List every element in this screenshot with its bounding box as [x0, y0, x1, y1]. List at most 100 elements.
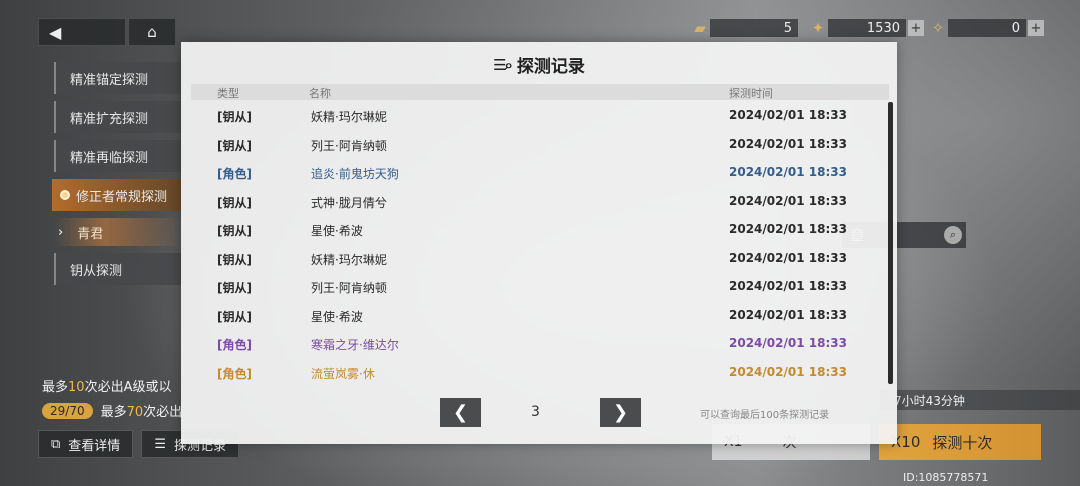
cell-time: 2024/02/01 18:33	[729, 193, 847, 208]
top-nav: ◀ ⌂	[38, 18, 176, 46]
column-header-name: 名称	[309, 87, 331, 100]
cell-time: 2024/02/01 18:33	[729, 108, 847, 122]
sidebar-item-label: 精准再临探测	[70, 150, 149, 166]
draw-ten-button[interactable]: X10 探测十次	[879, 424, 1041, 460]
currency-ticket: ▰ 5	[690, 18, 798, 38]
cell-type: [钥从]	[217, 110, 252, 124]
table-header: 类型 名称 探测时间	[191, 84, 889, 100]
currency-value: 5	[710, 19, 798, 37]
cell-name: 式神·胧月倩兮	[311, 195, 387, 210]
cell-type: [钥从]	[217, 138, 252, 153]
chevron-left-icon: ❮	[452, 402, 469, 423]
modal-title-text: 探测记录	[516, 57, 585, 77]
table-row: [角色] 流萤岚雾·休 2024/02/01 18:33	[191, 359, 879, 388]
cell-type: [钥从]	[217, 195, 252, 210]
cell-time: 2024/02/01 18:33	[729, 136, 847, 151]
column-header-time: 探测时间	[729, 87, 773, 100]
cell-type: [角色]	[217, 366, 252, 381]
currency-value: 0	[948, 19, 1026, 37]
table-row: [钥从] 星使·希波 2024/02/01 18:33	[191, 302, 879, 331]
record-search-icon: ☰⌕	[493, 55, 513, 74]
details-icon: ⧉	[51, 436, 61, 452]
pity-info: 最多10次必出A级或以 29/70 最多70次必出	[42, 376, 182, 420]
timer: 7小时43分钟	[880, 390, 1080, 410]
records-list[interactable]: [钥从] 妖精·玛尔琳妮 2024/02/01 18:33 [钥从] 列王·阿肯纳顿 20…	[191, 102, 879, 387]
back-button[interactable]: ◀	[38, 18, 126, 46]
sidebar-item-label: 精准扩充探测	[70, 111, 149, 127]
cell-type: [钥从]	[217, 309, 252, 324]
sidebar-item-precise-expand[interactable]: 精准扩充探测	[54, 101, 184, 133]
cell-time: 2024/02/01 18:33	[729, 307, 847, 322]
pity-line-1: 最多10次必出A级或以	[42, 376, 182, 395]
cell-name: 流萤岚雾·休	[311, 366, 375, 381]
sidebar-item-precise-return[interactable]: 精准再临探测	[54, 140, 184, 172]
records-limit-note: 可以查询最后100条探测记录	[700, 410, 830, 421]
view-details-button[interactable]: ⧉ 查看详情	[38, 430, 134, 458]
sidebar-item-precise-anchor[interactable]: 精准锚定探测	[54, 62, 184, 94]
pity-counter-badge: 29/70	[42, 402, 93, 419]
prev-page-button[interactable]: ❮	[440, 398, 481, 427]
player-id: ID:1085778571	[903, 471, 989, 484]
table-row: [钥从] 列王·阿肯纳顿 2024/02/01 18:33	[191, 273, 879, 302]
cell-type: [角色]	[217, 338, 252, 352]
home-button[interactable]: ⌂	[128, 18, 176, 46]
sidebar-item-label: 青君	[77, 226, 104, 242]
column-header-type: 类型	[217, 87, 239, 100]
text: 次必出	[143, 405, 183, 420]
currency-value: 1530	[828, 19, 906, 37]
cell-name: 追炎·前鬼坊天狗	[311, 167, 399, 181]
cell-name: 寒霜之牙·维达尔	[311, 338, 399, 352]
table-row: [角色] 追炎·前鬼坊天狗 2024/02/01 18:33	[191, 159, 879, 188]
cell-time: 2024/02/01 18:33	[729, 336, 847, 350]
cell-type: [钥从]	[217, 224, 252, 238]
page-number: 3	[531, 404, 540, 420]
chevron-right-icon: ›	[58, 224, 64, 240]
sidebar: 精准锚定探测 精准扩充探测 精准再临探测 修正者常规探测 › 青君 钥从探测	[52, 62, 184, 292]
search-icon[interactable]: ⌕	[944, 226, 962, 244]
table-row: [钥从] 妖精·玛尔琳妮 2024/02/01 18:33	[191, 102, 879, 131]
text: 最多	[100, 405, 127, 420]
next-page-button[interactable]: ❯	[600, 398, 641, 427]
cell-type: [钥从]	[217, 281, 252, 295]
cell-time: 2024/02/01 18:33	[729, 165, 847, 179]
draw-ten-label: 探测十次	[932, 433, 993, 452]
modal-title: ☰⌕ 探测记录	[181, 52, 897, 78]
cell-name: 星使·希波	[311, 309, 363, 324]
text: 70	[126, 405, 144, 420]
sidebar-item-key-detect[interactable]: 钥从探测	[54, 253, 184, 285]
cell-time: 2024/02/01 18:33	[729, 364, 847, 379]
timer-text: 7小时43分钟	[894, 393, 965, 408]
scrollbar[interactable]	[888, 102, 893, 384]
records-modal: ☰⌕ 探测记录 类型 名称 探测时间 [钥从] 妖精·玛尔琳妮 2024/02/01…	[181, 42, 897, 444]
table-row: [钥从] 星使·希波 2024/02/01 18:33	[191, 216, 879, 245]
sidebar-item-label: 精准锚定探测	[70, 72, 149, 88]
pity-line-2: 29/70 最多70次必出	[42, 401, 182, 420]
blue-crystal-icon: ✧	[931, 19, 945, 37]
add-currency-button[interactable]: +	[908, 20, 924, 36]
star-crystal-icon: ✦	[811, 19, 825, 37]
cell-time: 2024/02/01 18:33	[729, 250, 847, 265]
active-dot-icon	[60, 190, 70, 200]
back-arrow-icon: ◀	[49, 22, 62, 42]
sidebar-item-regular-detect[interactable]: 修正者常规探测	[52, 179, 184, 211]
table-row: [角色] 寒霜之牙·维达尔 2024/02/01 18:33	[191, 330, 879, 359]
currency-star: ✦ 1530 +	[808, 18, 924, 38]
sidebar-item-label: 修正者常规探测	[76, 189, 168, 205]
cell-name: 妖精·玛尔琳妮	[311, 110, 387, 124]
cell-time: 2024/02/01 18:33	[729, 222, 847, 236]
sidebar-subitem-qingjun[interactable]: › 青君	[54, 218, 184, 246]
add-currency-button[interactable]: +	[1028, 20, 1044, 36]
currency-crystal: ✧ 0 +	[928, 18, 1044, 38]
cell-time: 2024/02/01 18:33	[729, 279, 847, 293]
chevron-right-icon: ❯	[612, 402, 629, 423]
list-icon: ☰	[154, 436, 166, 452]
text: 次必出A级或以	[84, 380, 172, 395]
button-label: 查看详情	[68, 438, 121, 454]
cell-name: 列王·阿肯纳顿	[311, 138, 387, 153]
cell-name: 列王·阿肯纳顿	[311, 281, 387, 295]
sidebar-item-label: 钥从探测	[70, 263, 123, 279]
table-row: [钥从] 式神·胧月倩兮 2024/02/01 18:33	[191, 188, 879, 217]
table-row: [钥从] 列王·阿肯纳顿 2024/02/01 18:33	[191, 131, 879, 160]
text: 最多	[42, 380, 69, 395]
text: 10	[68, 380, 85, 395]
